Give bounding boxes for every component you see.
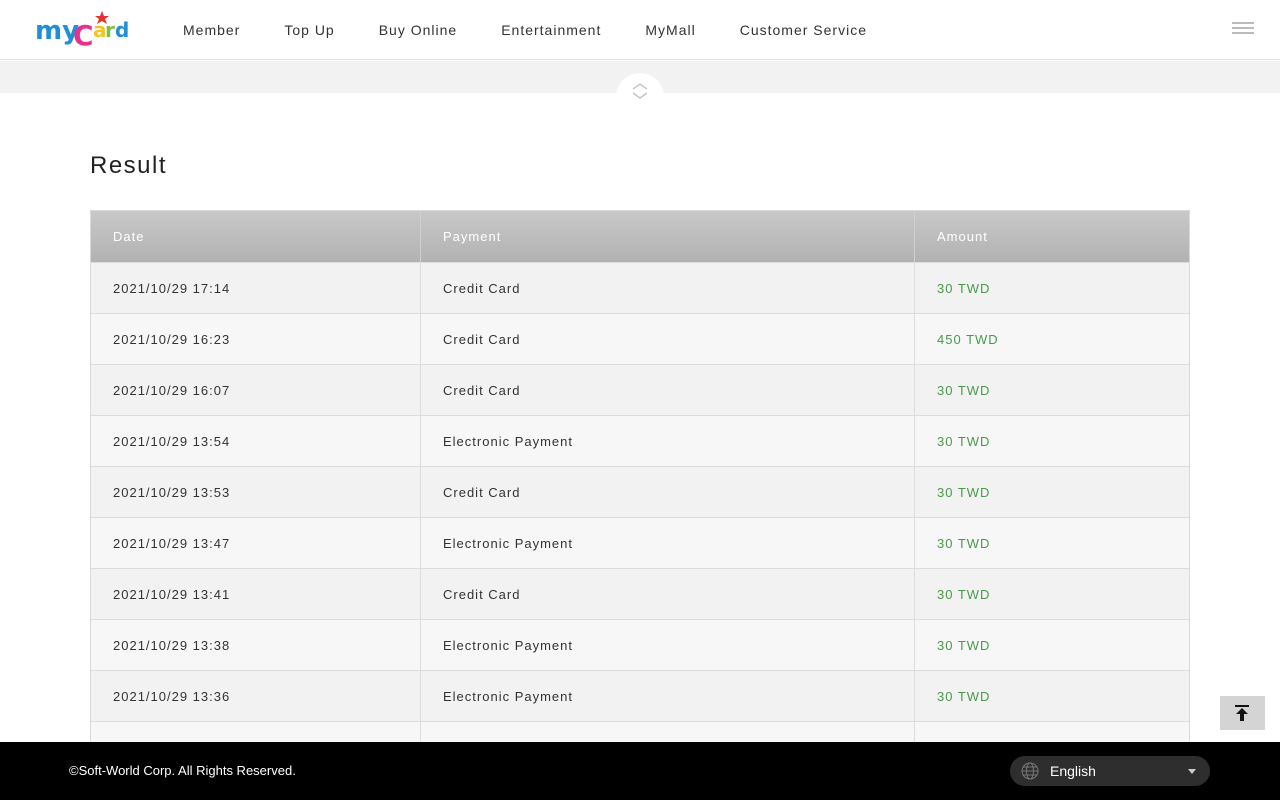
cell-amount: 30 TWD [937,688,991,704]
top-header: my C a r d Member Top Up Buy Online Ente… [0,0,1280,60]
cell-date: 2021/10/29 13:36 [91,671,421,721]
cell-payment: Electronic Payment [421,671,915,721]
copyright-text: ©Soft-World Corp. All Rights Reserved. [69,763,296,778]
cell-date: 2021/10/29 17:14 [91,263,421,313]
cell-date: 2021/10/29 16:23 [91,314,421,364]
table-row: 2021/10/29 13:41 Credit Card 30 TWD [91,568,1189,619]
cell-payment: Credit Card [421,314,915,364]
chevron-up-down-icon [632,83,648,99]
caret-down-icon [1188,769,1196,774]
nav-item-buy-online[interactable]: Buy Online [379,22,457,38]
table-row: 2021/10/29 16:07 Credit Card 30 TWD [91,364,1189,415]
cell-amount: 30 TWD [937,433,991,449]
table-row: 2021/10/29 13:36 Electronic Payment 30 T… [91,670,1189,721]
column-header-amount: Amount [937,229,988,244]
expand-banner-button[interactable] [616,73,664,121]
cell-amount: 450 TWD [937,331,999,347]
globe-icon [1021,762,1039,780]
arrow-to-top-icon [1235,705,1249,721]
nav-item-top-up[interactable]: Top Up [284,22,334,38]
cell-date: 2021/10/29 13:47 [91,518,421,568]
language-label: English [1050,763,1096,779]
nav-item-mymall[interactable]: MyMall [645,22,695,38]
cell-amount: 30 TWD [937,484,991,500]
svg-text:C: C [73,19,94,51]
cell-payment: Electronic Payment [421,416,915,466]
table-row: 2021/10/29 17:14 Credit Card 30 TWD [91,262,1189,313]
cell-payment: Credit Card [421,467,915,517]
nav-item-member[interactable]: Member [183,22,240,38]
table-row: 2021/10/29 13:54 Electronic Payment 30 T… [91,415,1189,466]
table-body: 2021/10/29 17:14 Credit Card 30 TWD 2021… [91,262,1189,772]
footer: ©Soft-World Corp. All Rights Reserved. E… [0,742,1280,800]
page-title: Result [90,152,168,179]
cell-payment: Credit Card [421,263,915,313]
cell-amount: 30 TWD [937,586,991,602]
cell-date: 2021/10/29 13:53 [91,467,421,517]
cell-payment: Credit Card [421,569,915,619]
table-header: Date Payment Amount [91,211,1189,262]
nav-item-customer-service[interactable]: Customer Service [740,22,867,38]
svg-text:r: r [105,18,115,42]
main-nav: Member Top Up Buy Online Entertainment M… [183,0,911,60]
back-to-top-button[interactable] [1220,696,1265,730]
cell-amount: 30 TWD [937,280,991,296]
cell-payment: Electronic Payment [421,518,915,568]
table-row: 2021/10/29 16:23 Credit Card 450 TWD [91,313,1189,364]
cell-date: 2021/10/29 13:41 [91,569,421,619]
mycard-logo[interactable]: my C a r d [35,9,131,51]
cell-amount: 30 TWD [937,637,991,653]
column-header-date: Date [91,211,421,262]
table-row: 2021/10/29 13:53 Credit Card 30 TWD [91,466,1189,517]
column-header-payment: Payment [421,211,915,262]
cell-date: 2021/10/29 13:38 [91,620,421,670]
cell-payment: Credit Card [421,365,915,415]
table-row: 2021/10/29 13:47 Electronic Payment 30 T… [91,517,1189,568]
cell-amount: 30 TWD [937,535,991,551]
results-table: Date Payment Amount 2021/10/29 17:14 Cre… [90,210,1190,773]
cell-payment: Electronic Payment [421,620,915,670]
cell-date: 2021/10/29 13:54 [91,416,421,466]
table-row: 2021/10/29 13:38 Electronic Payment 30 T… [91,619,1189,670]
hamburger-icon[interactable] [1232,22,1254,38]
cell-date: 2021/10/29 16:07 [91,365,421,415]
nav-item-entertainment[interactable]: Entertainment [501,22,601,38]
language-select[interactable]: English [1010,756,1210,786]
cell-amount: 30 TWD [937,382,991,398]
svg-text:d: d [115,18,129,42]
